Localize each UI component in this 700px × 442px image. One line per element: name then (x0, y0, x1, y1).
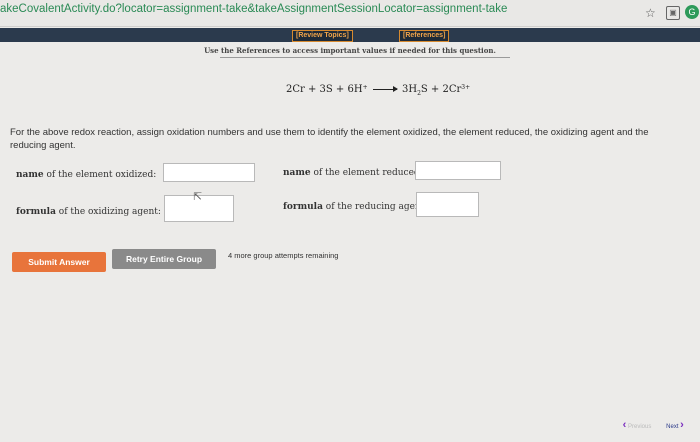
attempts-remaining: 4 more group attempts remaining (228, 251, 339, 260)
mouse-cursor-icon: ⇱ (193, 190, 203, 203)
references-notice: Use the References to access important v… (204, 46, 496, 55)
url-text[interactable]: akeCovalentActivity.do?locator=assignmen… (0, 3, 507, 15)
equation-h-charge: + (362, 84, 368, 91)
profile-icon[interactable]: G (685, 5, 699, 19)
question-instructions: For the above redox reaction, assign oxi… (10, 127, 649, 151)
browser-address-bar[interactable]: akeCovalentActivity.do?locator=assignmen… (0, 0, 700, 27)
equation-reactants: 2Cr + 3S + 6H (286, 84, 363, 95)
oxidizing-agent-label: formula of the oxidizing agent: (16, 207, 161, 217)
references-link[interactable]: [References] (399, 30, 450, 42)
equation-product-rest: S + 2Cr (420, 84, 462, 95)
element-reduced-input[interactable] (415, 161, 501, 180)
submit-answer-button[interactable]: Submit Answer (12, 252, 106, 272)
chevron-left-icon: ‹ (622, 419, 627, 431)
divider (220, 57, 510, 58)
bookmark-star-icon[interactable]: ☆ (645, 6, 656, 20)
element-oxidized-input[interactable] (163, 163, 255, 182)
reaction-arrow-icon (372, 86, 398, 92)
reducing-agent-input[interactable] (416, 192, 479, 217)
reduced-label: name of the element reduced: (283, 168, 423, 178)
reducing-agent-label: formula of the reducing agent: (283, 202, 428, 212)
review-topics-link[interactable]: [Review Topics] (292, 30, 353, 42)
oxidized-label: name of the element oxidized: (16, 170, 157, 180)
equation-cr-charge: 3+ (461, 84, 471, 91)
retry-entire-group-button[interactable]: Retry Entire Group (112, 249, 216, 269)
next-button[interactable]: Next › (662, 417, 688, 433)
chevron-right-icon: › (680, 419, 684, 431)
redox-equation: 2Cr + 3S + 6H+ 3H2S + 2Cr3+ (286, 84, 470, 97)
previous-button[interactable]: ‹ Previous (616, 418, 658, 432)
equation-product-h: 3H (401, 84, 418, 95)
extension-icon[interactable]: ▣ (666, 6, 680, 20)
